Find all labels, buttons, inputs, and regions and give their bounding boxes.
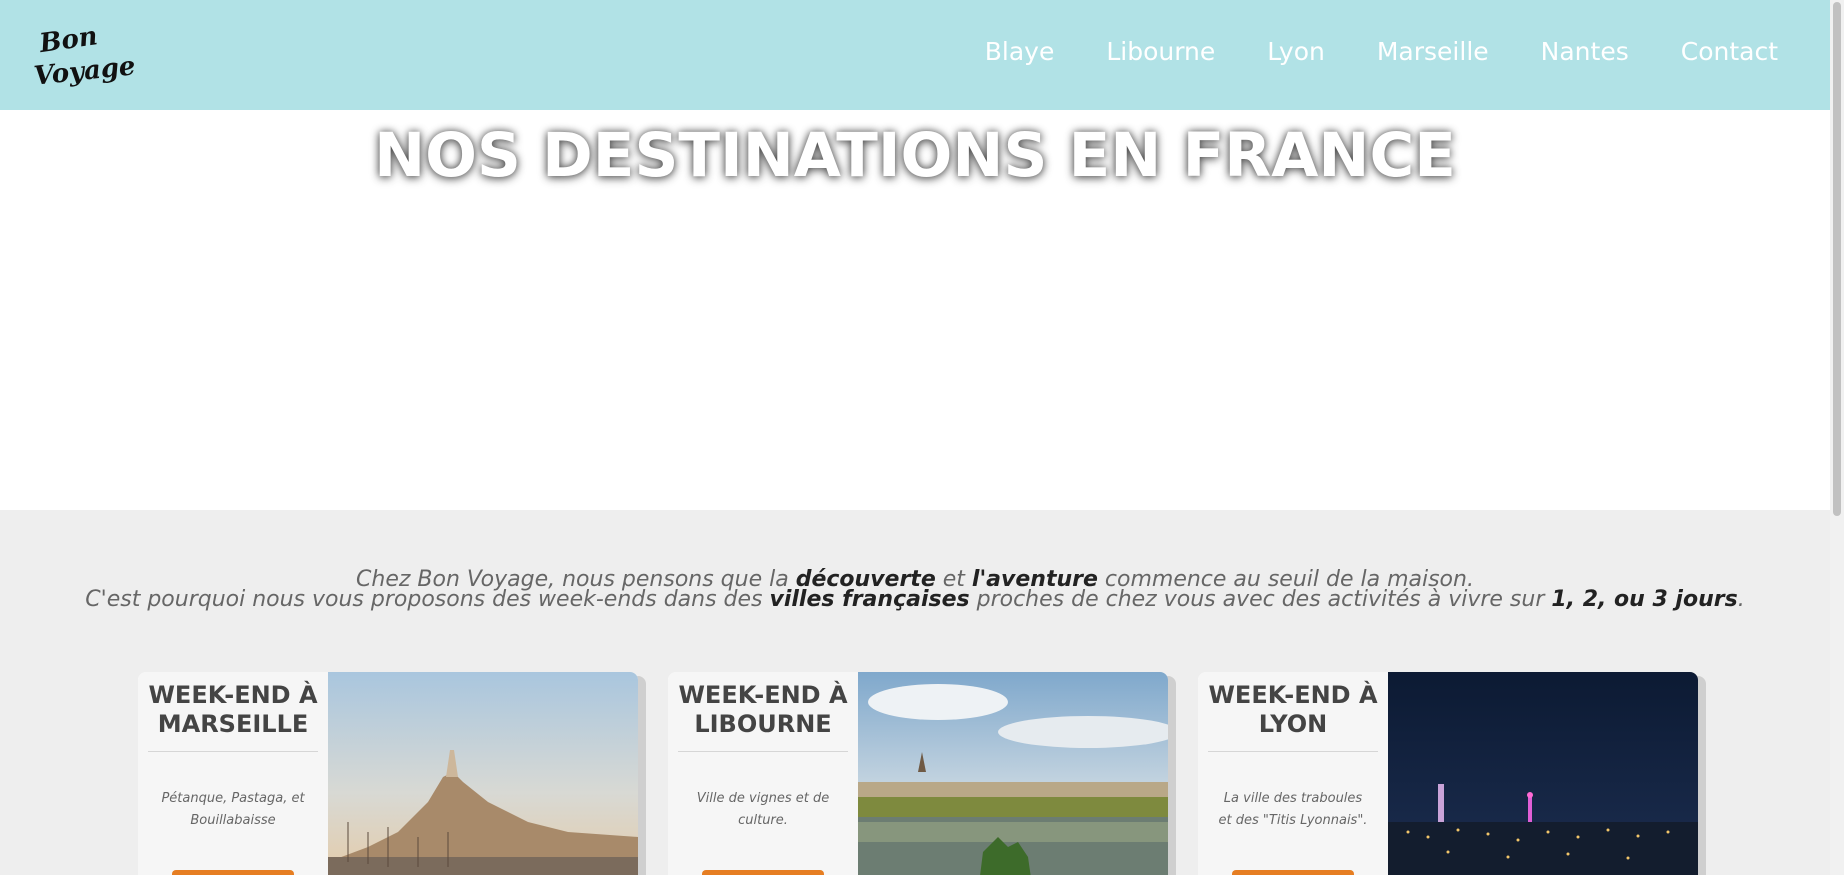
card-libourne[interactable]: WEEK-END À LIBOURNE Ville de vignes et d… xyxy=(668,672,1168,875)
card-title-line: LIBOURNE xyxy=(694,710,832,738)
card-title: WEEK-END À LIBOURNE xyxy=(668,681,858,739)
nav-link-blaye[interactable]: Blaye xyxy=(985,36,1055,68)
card-title: WEEK-END À MARSEILLE xyxy=(138,681,328,739)
card-text-panel: WEEK-END À MARSEILLE Pétanque, Pastaga, … xyxy=(138,672,328,875)
bon-voyage-logo[interactable]: Bon Voyage! xyxy=(30,14,148,94)
card-lyon[interactable]: WEEK-END À LYON La ville des traboules e… xyxy=(1198,672,1698,875)
lyon-photo xyxy=(1388,672,1698,875)
card-text-panel: WEEK-END À LYON La ville des traboules e… xyxy=(1198,672,1388,875)
intro-highlight: villes françaises xyxy=(769,587,970,612)
divider xyxy=(148,751,318,752)
intro-highlight: 1, 2, ou 3 jours xyxy=(1551,587,1738,612)
hero-section: NOS DESTINATIONS EN FRANCE xyxy=(0,110,1830,510)
card-description: Pétanque, Pastaga, et Bouillabaisse xyxy=(161,791,305,828)
nav-link-nantes[interactable]: Nantes xyxy=(1541,36,1629,68)
card-title: WEEK-END À LYON xyxy=(1198,681,1388,739)
card-title-line: LYON xyxy=(1258,710,1328,738)
intro-text: Chez Bon Voyage, nous pensons que la déc… xyxy=(0,569,1830,612)
intro-text-part: C'est pourquoi nous vous proposons des w… xyxy=(85,587,770,612)
card-cta-button[interactable] xyxy=(702,870,824,875)
nav-link-libourne[interactable]: Libourne xyxy=(1106,36,1215,68)
divider xyxy=(678,751,848,752)
card-cta-button[interactable] xyxy=(172,870,294,875)
main-nav: Blaye Libourne Lyon Marseille Nantes Con… xyxy=(933,36,1778,68)
card-marseille[interactable]: WEEK-END À MARSEILLE Pétanque, Pastaga, … xyxy=(138,672,638,875)
card-title-line: WEEK-END À xyxy=(1208,681,1378,709)
page-scrollbar[interactable] xyxy=(1830,0,1844,875)
destinations-section: Chez Bon Voyage, nous pensons que la déc… xyxy=(0,510,1830,875)
card-description: Ville de vignes et de culture. xyxy=(696,791,830,828)
svg-text:Bon: Bon xyxy=(37,21,100,59)
card-cta-button[interactable] xyxy=(1232,870,1354,875)
divider xyxy=(1208,751,1378,752)
intro-line-2: C'est pourquoi nous vous proposons des w… xyxy=(0,587,1830,612)
card-text-panel: WEEK-END À LIBOURNE Ville de vignes et d… xyxy=(668,672,858,875)
page-title: NOS DESTINATIONS EN FRANCE xyxy=(374,120,1456,191)
card-title-line: WEEK-END À xyxy=(678,681,848,709)
card-title-line: MARSEILLE xyxy=(157,710,309,738)
libourne-photo xyxy=(858,672,1168,875)
site-header: Bon Voyage! Blaye Libourne Lyon Marseill… xyxy=(0,0,1830,110)
card-description: La ville des traboules et des "Titis Lyo… xyxy=(1218,791,1368,828)
card-title-line: WEEK-END À xyxy=(148,681,318,709)
intro-text-part: proches de chez vous avec des activités … xyxy=(969,587,1552,612)
nav-link-marseille[interactable]: Marseille xyxy=(1377,36,1489,68)
scrollbar-thumb[interactable] xyxy=(1833,2,1841,516)
nav-link-lyon[interactable]: Lyon xyxy=(1267,36,1325,68)
intro-text-part: . xyxy=(1737,587,1745,612)
nav-link-contact[interactable]: Contact xyxy=(1681,36,1778,68)
marseille-photo xyxy=(328,672,638,875)
